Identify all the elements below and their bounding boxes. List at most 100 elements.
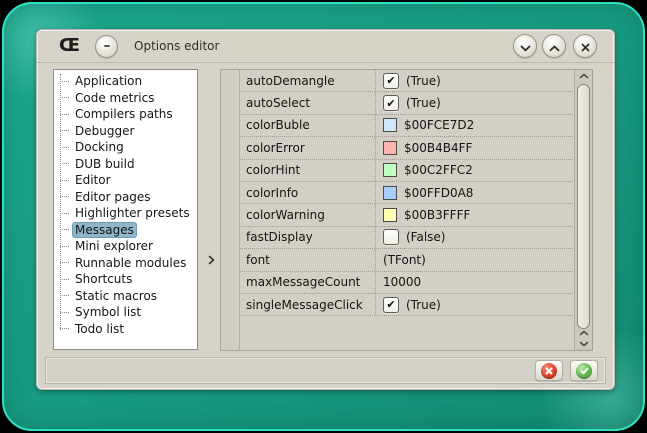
sidebar-item-docking[interactable]: Docking: [54, 139, 197, 156]
maximize-button[interactable]: [542, 34, 566, 58]
window-menu-icon: [104, 45, 110, 47]
tree-connector: [60, 246, 69, 247]
sidebar-item-label[interactable]: Compilers paths: [73, 107, 175, 121]
sidebar-item-editor-pages[interactable]: Editor pages: [54, 189, 197, 206]
sidebar-item-label[interactable]: Editor pages: [73, 190, 153, 204]
sidebar-item-label[interactable]: Runnable modules: [73, 256, 188, 270]
property-value-cell[interactable]: ✔ (True): [376, 294, 575, 315]
property-row-fastDisplay[interactable]: fastDisplay (False): [240, 227, 575, 249]
property-row-singleMessageClick[interactable]: singleMessageClick ✔ (True): [240, 294, 575, 316]
property-row-colorHint[interactable]: colorHint $00C2FFC2: [240, 160, 575, 182]
property-row-maxMessageCount[interactable]: maxMessageCount 10000: [240, 272, 575, 294]
property-name[interactable]: autoDemangle: [240, 70, 376, 91]
property-row-autoDemangle[interactable]: autoDemangle ✔ (True): [240, 70, 575, 92]
window-menu-button[interactable]: [95, 35, 118, 58]
sidebar-item-todo-list[interactable]: Todo list: [54, 321, 197, 338]
sidebar-item-messages[interactable]: Messages: [54, 222, 197, 239]
sidebar-item-label[interactable]: Static macros: [73, 289, 159, 303]
property-value-cell[interactable]: $00C2FFC2: [376, 160, 575, 181]
expand-row-arrow[interactable]: [205, 252, 217, 266]
property-value: (TFont): [383, 253, 426, 267]
sidebar-item-label[interactable]: Mini explorer: [73, 239, 155, 253]
property-value-cell[interactable]: ✔ (True): [376, 70, 575, 91]
property-name[interactable]: font: [240, 249, 376, 270]
sidebar-item-label[interactable]: Shortcuts: [73, 272, 134, 286]
property-row-autoSelect[interactable]: autoSelect ✔ (True): [240, 92, 575, 114]
property-value-cell[interactable]: $00B4B4FF: [376, 137, 575, 158]
sidebar-item-application[interactable]: Application: [54, 73, 197, 90]
property-row-font[interactable]: font (TFont): [240, 249, 575, 271]
sidebar-item-runnable-modules[interactable]: Runnable modules: [54, 255, 197, 272]
property-name[interactable]: colorError: [240, 137, 376, 158]
cancel-button[interactable]: [535, 360, 563, 381]
sidebar-item-mini-explorer[interactable]: Mini explorer: [54, 238, 197, 255]
sidebar-item-label[interactable]: Debugger: [73, 124, 136, 138]
property-name[interactable]: autoSelect: [240, 92, 376, 113]
property-row-colorInfo[interactable]: colorInfo $00FFD0A8: [240, 182, 575, 204]
checkbox-checked[interactable]: ✔: [383, 73, 399, 89]
titlebar[interactable]: Œ Options editor: [37, 30, 614, 63]
property-value-cell[interactable]: 10000: [376, 272, 575, 293]
sidebar-item-label[interactable]: Symbol list: [73, 305, 143, 319]
color-swatch[interactable]: [383, 118, 397, 132]
sidebar-item-debugger[interactable]: Debugger: [54, 123, 197, 140]
property-value-cell[interactable]: (TFont): [376, 249, 575, 270]
property-row-colorWarning[interactable]: colorWarning $00B3FFFF: [240, 204, 575, 226]
sidebar-item-shortcuts[interactable]: Shortcuts: [54, 271, 197, 288]
property-name[interactable]: colorBuble: [240, 115, 376, 136]
property-value-cell[interactable]: $00FFD0A8: [376, 182, 575, 203]
tree-connector: [60, 312, 69, 313]
property-rows: autoDemangle ✔ (True) autoSelect ✔ (True…: [240, 70, 575, 316]
property-value-cell[interactable]: (False): [376, 227, 575, 248]
scroll-down-icon[interactable]: [575, 341, 592, 347]
sidebar-item-label[interactable]: Editor: [73, 173, 113, 187]
property-name[interactable]: singleMessageClick: [240, 294, 376, 315]
color-swatch[interactable]: [383, 208, 397, 222]
sidebar-item-symbol-list[interactable]: Symbol list: [54, 304, 197, 321]
scroll-up-icon-bottom[interactable]: [575, 330, 592, 336]
property-value: 10000: [383, 275, 421, 289]
color-swatch[interactable]: [383, 186, 397, 200]
checkbox-unchecked[interactable]: [383, 229, 399, 245]
property-row-colorBuble[interactable]: colorBuble $00FCE7D2: [240, 115, 575, 137]
property-name[interactable]: fastDisplay: [240, 227, 376, 248]
sidebar-item-label[interactable]: Application: [73, 74, 144, 88]
property-row-colorError[interactable]: colorError $00B4B4FF: [240, 137, 575, 159]
check-icon: ✔: [386, 98, 395, 109]
property-value-cell[interactable]: ✔ (True): [376, 92, 575, 113]
sidebar-item-dub-build[interactable]: DUB build: [54, 156, 197, 173]
sidebar-item-editor[interactable]: Editor: [54, 172, 197, 189]
sidebar-item-label[interactable]: Code metrics: [73, 91, 156, 105]
close-button[interactable]: [573, 34, 597, 58]
color-swatch[interactable]: [383, 163, 397, 177]
scroll-up-icon[interactable]: [575, 73, 592, 79]
property-value-cell[interactable]: $00B3FFFF: [376, 204, 575, 225]
sidebar-item-compilers-paths[interactable]: Compilers paths: [54, 106, 197, 123]
property-name[interactable]: colorWarning: [240, 204, 376, 225]
checkbox-checked[interactable]: ✔: [383, 297, 399, 313]
sidebar-item-static-macros[interactable]: Static macros: [54, 288, 197, 305]
color-swatch[interactable]: [383, 141, 397, 155]
vertical-scrollbar[interactable]: [574, 70, 592, 350]
sidebar-item-highlighter-presets[interactable]: Highlighter presets: [54, 205, 197, 222]
property-grid-gutter: [221, 70, 240, 350]
sidebar-item-label[interactable]: Highlighter presets: [73, 206, 192, 220]
sidebar-item-code-metrics[interactable]: Code metrics: [54, 90, 197, 107]
sidebar-item-label[interactable]: Docking: [73, 140, 126, 154]
property-name[interactable]: colorHint: [240, 160, 376, 181]
tree-connector: [60, 163, 69, 164]
sidebar-item-label[interactable]: DUB build: [73, 157, 137, 171]
minimize-button[interactable]: [513, 34, 537, 58]
accept-button[interactable]: [570, 360, 598, 381]
sidebar-item-label-selected[interactable]: Messages: [73, 223, 136, 237]
scrollbar-thumb[interactable]: [577, 84, 590, 329]
options-editor-window: Œ Options editor Ap: [36, 29, 615, 390]
property-value-cell[interactable]: $00FCE7D2: [376, 115, 575, 136]
sidebar-item-label[interactable]: Todo list: [73, 322, 126, 336]
tree-connector: [60, 130, 69, 131]
property-value: $00FFD0A8: [404, 186, 473, 200]
category-tree-panel: Application Code metrics Compilers paths…: [53, 69, 198, 350]
checkbox-checked[interactable]: ✔: [383, 95, 399, 111]
property-name[interactable]: maxMessageCount: [240, 272, 376, 293]
property-name[interactable]: colorInfo: [240, 182, 376, 203]
